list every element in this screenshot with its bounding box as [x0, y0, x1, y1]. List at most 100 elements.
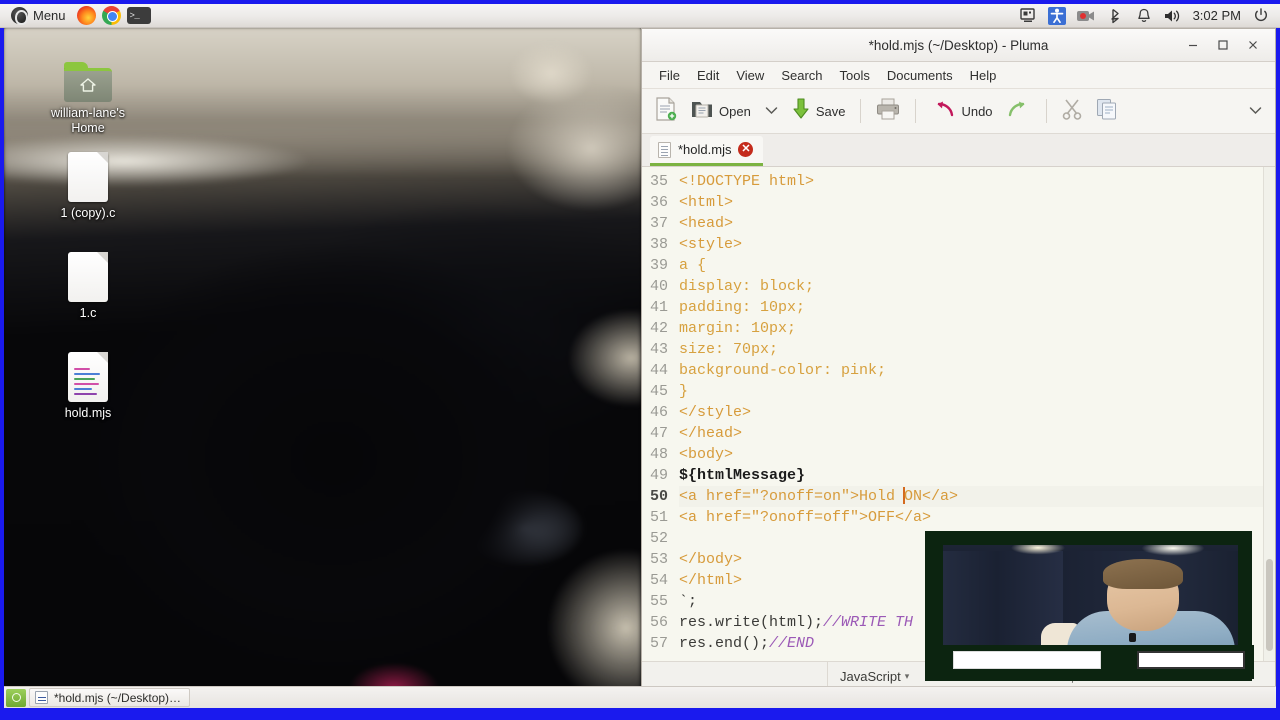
copy-icon — [1096, 98, 1118, 125]
desktop-icon-hold-mjs[interactable]: hold.mjs — [36, 350, 140, 421]
menu-button[interactable]: Menu — [6, 6, 71, 25]
open-label: Open — [719, 103, 751, 119]
screen-recorder-icon[interactable] — [1076, 7, 1095, 25]
code-token: padding: 10px; — [679, 299, 806, 316]
volume-icon[interactable] — [1164, 7, 1182, 25]
desktop-icon-1-c[interactable]: 1.c — [36, 250, 140, 321]
tab-hold-mjs[interactable]: *hold.mjs ✕ — [650, 136, 764, 166]
code-line[interactable]: margin: 10px; — [679, 318, 1275, 339]
redo-icon — [1007, 100, 1031, 123]
save-button[interactable]: Save — [785, 94, 853, 129]
webcam-video — [943, 545, 1238, 649]
code-line[interactable]: <style> — [679, 234, 1275, 255]
code-line[interactable]: padding: 10px; — [679, 297, 1275, 318]
new-document-button[interactable] — [648, 93, 684, 130]
code-token: <style> — [679, 236, 743, 253]
code-line[interactable]: </head> — [679, 423, 1275, 444]
line-number: 40 — [649, 278, 668, 295]
desktop-screen: Menu >_ 3:02 PM william-lane's Home 1 (c… — [0, 0, 1280, 720]
bluetooth-icon[interactable] — [1106, 7, 1124, 25]
pluma-tabbar: *hold.mjs ✕ — [642, 134, 1275, 167]
menu-view[interactable]: View — [728, 65, 772, 86]
line-number: 54 — [649, 572, 668, 589]
print-button[interactable] — [869, 94, 907, 129]
open-dropdown-button[interactable] — [758, 98, 785, 124]
chrome-icon[interactable] — [101, 6, 121, 25]
power-icon[interactable] — [1252, 7, 1270, 25]
redo-button[interactable] — [1000, 96, 1038, 127]
taskbar-item-label: *hold.mjs (~/Desktop)… — [54, 690, 182, 705]
menu-search[interactable]: Search — [773, 65, 830, 86]
show-desktop-button[interactable] — [6, 688, 26, 707]
line-number: 39 — [649, 257, 668, 274]
code-token: ON</a> — [904, 488, 959, 505]
code-line[interactable]: background-color: pink; — [679, 360, 1275, 381]
code-line[interactable]: <html> — [679, 192, 1275, 213]
desktop-icon-label: 1 (copy).c — [60, 206, 116, 220]
chevron-down-icon — [1249, 102, 1262, 120]
code-token: <html> — [679, 194, 734, 211]
code-token: size: 70px; — [679, 341, 779, 358]
undo-button[interactable]: Undo — [924, 96, 999, 127]
code-token: <a href="?onoff=on">Hold — [679, 488, 905, 505]
code-line[interactable]: </style> — [679, 402, 1275, 423]
code-line[interactable]: <head> — [679, 213, 1275, 234]
code-token: display: block; — [679, 278, 815, 295]
panel-clock[interactable]: 3:02 PM — [1193, 8, 1241, 23]
close-button[interactable] — [1245, 37, 1261, 53]
line-number: 57 — [649, 635, 668, 652]
open-button[interactable]: Open — [684, 95, 758, 128]
code-token: </head> — [679, 425, 743, 442]
line-number: 35 — [649, 173, 668, 190]
menu-tools[interactable]: Tools — [832, 65, 878, 86]
minimize-button[interactable] — [1185, 37, 1201, 53]
firefox-icon[interactable] — [76, 6, 96, 25]
code-line[interactable]: <body> — [679, 444, 1275, 465]
scrollbar-thumb[interactable] — [1266, 559, 1273, 651]
show-desktop-icon — [11, 693, 21, 702]
pluma-titlebar[interactable]: *hold.mjs (~/Desktop) - Pluma — [642, 29, 1275, 62]
toolbar-overflow-button[interactable] — [1242, 98, 1269, 124]
accessibility-icon[interactable] — [1047, 6, 1066, 25]
code-line[interactable]: <a href="?onoff=off">OFF</a> — [679, 507, 1275, 528]
code-line[interactable]: size: 70px; — [679, 339, 1275, 360]
menu-help[interactable]: Help — [962, 65, 1005, 86]
code-token: `; — [679, 593, 698, 610]
blank-document-icon — [36, 250, 140, 302]
blank-document-icon — [36, 150, 140, 202]
webcam-lapel-mic — [1129, 633, 1136, 642]
display-settings-icon[interactable] — [1019, 7, 1037, 25]
code-line[interactable]: } — [679, 381, 1275, 402]
code-token: <body> — [679, 446, 734, 463]
menu-documents[interactable]: Documents — [879, 65, 961, 86]
copy-button[interactable] — [1089, 94, 1125, 129]
menu-file[interactable]: File — [651, 65, 688, 86]
desktop-icon-1-copy-c[interactable]: 1 (copy).c — [36, 150, 140, 221]
menu-label: Menu — [33, 8, 66, 23]
desktop-icon-home[interactable]: william-lane's Home — [36, 50, 140, 136]
code-line[interactable]: display: block; — [679, 276, 1275, 297]
notifications-bell-icon[interactable] — [1135, 7, 1153, 25]
tab-close-icon[interactable]: ✕ — [738, 142, 754, 157]
code-line[interactable]: <a href="?onoff=on">Hold ON</a> — [679, 486, 1275, 507]
code-line[interactable]: ${htmlMessage} — [679, 465, 1275, 486]
code-token: a { — [679, 257, 707, 274]
code-token: //END — [769, 635, 815, 652]
chevron-down-icon — [765, 102, 778, 120]
code-line[interactable]: <!DOCTYPE html> — [679, 171, 1275, 192]
maximize-button[interactable] — [1215, 37, 1231, 53]
terminal-icon[interactable]: >_ — [126, 7, 151, 24]
line-number: 55 — [649, 593, 668, 610]
line-number-gutter: 35 36 37 38 39 40 41 42 43 44 45 46 47 48 49 50 51 52 53 54… — [642, 167, 674, 661]
line-number: 36 — [649, 194, 668, 211]
pluma-toolbar: Open Save Undo — [642, 89, 1275, 134]
desktop-area[interactable]: william-lane's Home 1 (copy).c 1.c hold.… — [4, 28, 641, 692]
cut-button[interactable] — [1055, 94, 1089, 129]
code-line[interactable]: a { — [679, 255, 1275, 276]
line-number: 37 — [649, 215, 668, 232]
taskbar-item-pluma[interactable]: *hold.mjs (~/Desktop)… — [29, 688, 191, 707]
menu-edit[interactable]: Edit — [689, 65, 727, 86]
editor-vertical-scrollbar[interactable] — [1263, 167, 1275, 661]
panel-launchers: Menu >_ — [6, 6, 151, 25]
code-token: <!DOCTYPE html> — [679, 173, 815, 190]
